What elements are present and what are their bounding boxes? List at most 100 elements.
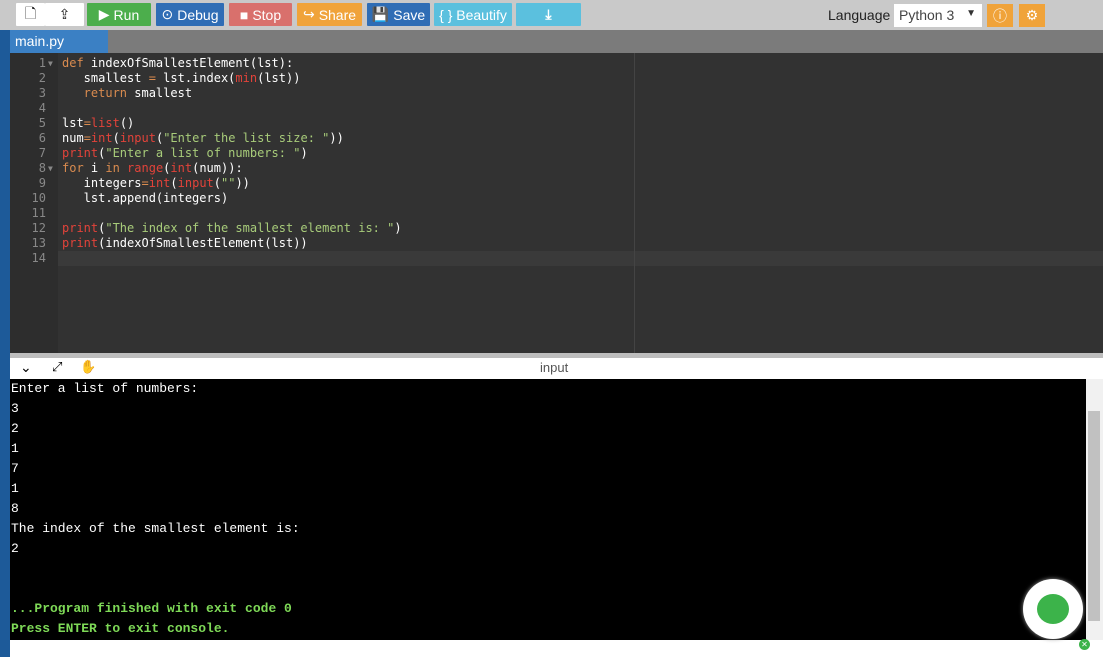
debug-icon: ⊙ (161, 6, 174, 22)
chat-bubble-icon (1037, 594, 1069, 624)
console-line: 2 (11, 421, 19, 436)
code-token: ) (300, 146, 308, 160)
code-token: input (177, 176, 214, 190)
console-line: 8 (11, 501, 19, 516)
fold-arrow-icon[interactable]: ▼ (48, 59, 53, 68)
save-button[interactable]: 💾 Save (367, 3, 430, 26)
line-number: 14 (31, 251, 46, 265)
new-file-button[interactable]: 🗋 (16, 3, 45, 26)
line-number: 5 (38, 116, 46, 130)
code-token: int (148, 176, 171, 190)
console-line: Press ENTER to exit console. (11, 621, 230, 636)
code-token: "Enter the list size: " (163, 131, 330, 145)
line-number: 10 (31, 191, 46, 205)
code-token: ) (394, 221, 402, 235)
left-strip (0, 0, 10, 657)
language-select[interactable]: Python 3 ▼ (894, 4, 982, 27)
code-line: smallest = lst.index(min(lst)) (62, 71, 301, 86)
code-token: "The index of the smallest element is: " (105, 221, 395, 235)
info-button[interactable]: ⓘ (987, 4, 1013, 27)
upload-icon: ⇪ (58, 6, 71, 22)
code-token: num (62, 131, 84, 145)
line-number: 1 (38, 56, 46, 70)
code-token: min (235, 71, 258, 85)
console-line: ...Program finished with exit code 0 (11, 601, 292, 616)
code-token: int (170, 161, 193, 175)
tab-main-py[interactable]: main.py (10, 30, 108, 53)
console-output[interactable]: Enter a list of numbers: 3 2 1 7 1 8 The index … (10, 379, 1086, 640)
share-label: Share (318, 6, 357, 23)
play-icon: ▶ (98, 6, 110, 22)
code-token: in (105, 161, 128, 175)
console-title: input (540, 360, 569, 375)
console-line: Enter a list of numbers: (11, 381, 199, 396)
code-token: (indexOfSmallestElement(lst)) (98, 236, 308, 250)
code-token: indexOfSmallestElement(lst): (90, 56, 294, 70)
code-token: input (119, 131, 156, 145)
code-token: smallest (134, 86, 193, 100)
console-scrollbar[interactable] (1086, 379, 1103, 640)
line-number: 11 (31, 206, 46, 220)
collapse-icon[interactable]: ⌄ (20, 359, 32, 376)
line-number: 13 (31, 236, 46, 250)
code-line: print(indexOfSmallestElement(lst)) (62, 236, 308, 251)
expand-icon[interactable]: ⤢ (52, 359, 62, 375)
chat-button[interactable] (1023, 579, 1083, 639)
code-line: def indexOfSmallestElement(lst): (62, 56, 293, 71)
stop-button[interactable]: ■ Stop (229, 3, 292, 26)
language-value: Python 3 (899, 7, 955, 23)
stop-icon: ■ (239, 6, 249, 23)
code-token: = (148, 71, 156, 85)
scrollbar-thumb[interactable] (1088, 411, 1100, 621)
code-token: range (127, 161, 164, 175)
run-button[interactable]: ▶ Run (87, 3, 151, 26)
code-line: print("The index of the smallest element… (62, 221, 402, 236)
code-token: ( (170, 176, 178, 190)
clear-icon[interactable]: ✋ (80, 359, 96, 375)
code-line: integers=int(input("")) (62, 176, 250, 191)
console-line: 1 (11, 481, 19, 496)
code-token: i (90, 161, 106, 175)
run-label: Run (113, 6, 140, 23)
code-token: (num)): (192, 161, 243, 175)
code-token: print (62, 221, 99, 235)
line-number: 6 (38, 131, 46, 145)
settings-button[interactable]: ⚙ (1019, 4, 1045, 27)
stop-label: Stop (252, 6, 282, 23)
code-token: smallest (62, 71, 149, 85)
code-token: = (83, 116, 91, 130)
code-editor[interactable]: 1 ▼ 2 3 4 5 6 7 8 ▼ 9 10 11 12 13 14 def indexOfSmalles… (10, 53, 1103, 353)
upload-button[interactable]: ⇪ (45, 3, 84, 26)
code-token: return (62, 86, 135, 100)
dropdown-arrow-icon: ▼ (966, 8, 976, 19)
console-line: 1 (11, 441, 19, 456)
code-token: for (62, 161, 91, 175)
gear-icon: ⚙ (1025, 7, 1039, 23)
code-token: int (90, 131, 113, 145)
console-line: The index of the smallest element is: (11, 521, 300, 536)
code-token: "" (221, 176, 236, 190)
code-token: lst (62, 116, 84, 130)
console-line: 2 (11, 541, 19, 556)
code-line: return smallest (62, 86, 192, 101)
code-token: )) (329, 131, 344, 145)
save-icon: 💾 (371, 6, 390, 22)
file-tab-bar: main.py (10, 30, 1103, 53)
line-number: 8 (38, 161, 46, 175)
download-button[interactable]: ⤓ (516, 3, 581, 26)
download-icon: ⤓ (545, 6, 552, 22)
share-button[interactable]: ↪ Share (297, 3, 362, 26)
debug-label: Debug (177, 6, 219, 23)
debug-button[interactable]: ⊙ Debug (156, 3, 224, 26)
beautify-button[interactable]: { } Beautify (434, 3, 512, 26)
file-icon: 🗋 (24, 4, 37, 21)
chat-close-icon[interactable]: ✕ (1079, 639, 1090, 650)
code-token: = (83, 131, 91, 145)
fold-arrow-icon[interactable]: ▼ (48, 164, 53, 173)
line-number: 12 (31, 221, 46, 235)
code-line: lst.append(integers) (62, 191, 229, 206)
code-token: def (62, 56, 91, 70)
code-token: print (62, 146, 99, 160)
line-number: 3 (38, 86, 46, 100)
code-line: lst=list() (62, 116, 134, 131)
